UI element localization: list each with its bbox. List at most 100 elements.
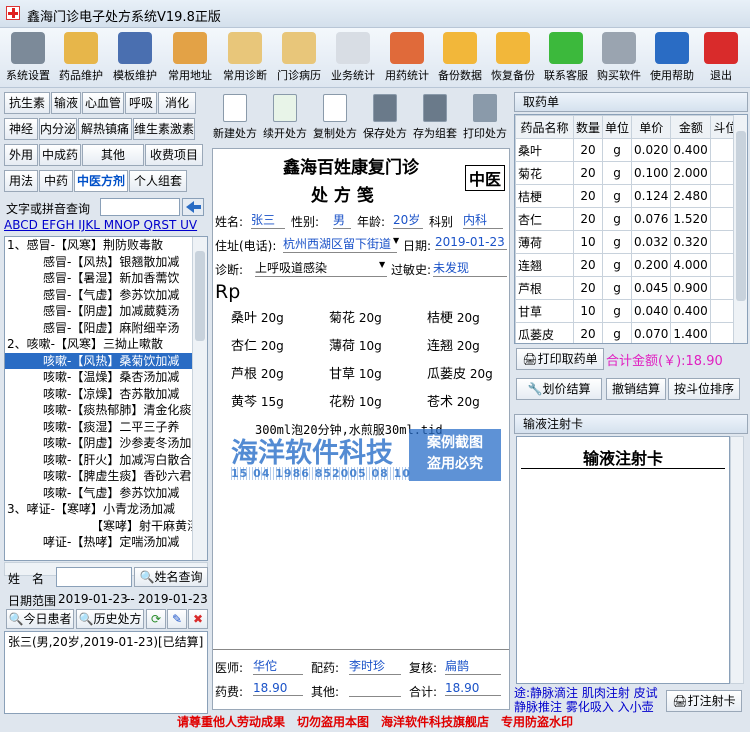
rx-toolbar-button-0[interactable]: 新建处方 [210, 92, 260, 148]
herb-item[interactable]: 连翘 20g [427, 335, 480, 354]
category-button[interactable]: 外用 [4, 144, 38, 166]
patient-dept[interactable]: 内科 [463, 211, 503, 229]
herb-item[interactable]: 菊花 20g [329, 307, 382, 326]
herb-item[interactable]: 桔梗 20g [427, 307, 480, 326]
cancel-settle-button[interactable]: 撤销结算 [606, 378, 666, 400]
today-patients-button[interactable]: 🔍今日患者 [6, 609, 74, 629]
toolbar-button-2[interactable]: 模板维护 [108, 30, 162, 86]
toolbar-button-13[interactable]: 退出 [699, 30, 743, 86]
category-button[interactable]: 维生素激素 [133, 118, 195, 140]
other-fee[interactable] [349, 681, 401, 697]
category-button[interactable]: 呼吸 [125, 92, 157, 114]
dispenser-name[interactable]: 李时珍 [349, 657, 401, 675]
herb-item[interactable]: 芦根 20g [231, 363, 284, 382]
toolbar-button-5[interactable]: 门诊病历 [273, 30, 325, 86]
list-item[interactable]: 咳嗽-【脾虚生痰】香砂六君 [5, 468, 207, 485]
list-item[interactable]: 咳嗽-【痰湿】二平三子养 [5, 419, 207, 436]
toolbar-button-0[interactable]: 系统设置 [2, 30, 54, 86]
sort-by-slot-button[interactable]: 按斗位排序 [668, 378, 740, 400]
list-item[interactable]: 【寒哮】射干麻黄汤加减 [5, 518, 207, 535]
toolbar-button-9[interactable]: 恢复备份 [487, 30, 539, 86]
alphabet-index[interactable]: ABCD EFGH IJKL MNOP QRST UV [4, 218, 197, 232]
list-item[interactable]: 咳嗽-【肝火】加减泻白散合 [5, 452, 207, 469]
list-item[interactable]: 2、咳嗽-【风寒】三拗止嗽散 [5, 336, 207, 353]
pickup-table[interactable]: 药品名称 数量 单位 单价 金额 斗位 桑叶 20 g 0.020 0.400 菊花 20 g 0.100 2… [515, 115, 741, 343]
category-button[interactable]: 消化 [158, 92, 196, 114]
toolbar-button-12[interactable]: 使用帮助 [646, 30, 698, 86]
table-scrollbar[interactable] [733, 115, 747, 343]
toolbar-button-3[interactable]: 常用地址 [163, 30, 217, 86]
category-button[interactable]: 中成药 [39, 144, 81, 166]
table-row[interactable]: 桔梗 20 g 0.124 2.480 [515, 184, 741, 208]
chevron-down-icon[interactable]: ▼ [393, 236, 399, 245]
list-item[interactable]: 感冒-【阴虚】加减葳蕤汤 [5, 303, 207, 320]
doctor-name[interactable]: 华佗 [253, 657, 303, 675]
herb-item[interactable]: 花粉 10g [329, 391, 382, 410]
category-button[interactable]: 内分泌 [39, 118, 77, 140]
allergy-value[interactable]: 未发现 [433, 259, 507, 277]
table-row[interactable]: 杏仁 20 g 0.076 1.520 [515, 207, 741, 231]
infusion-card[interactable]: 输液注射卡 [516, 436, 730, 684]
list-item[interactable]: 咳嗽-【凉燥】杏苏散加减 [5, 386, 207, 403]
patient-record-item[interactable]: 张三(男,20岁,2019-01-23)[已结算] [5, 632, 207, 651]
list-item[interactable]: 感冒-【气虚】参苏饮加减 [5, 287, 207, 304]
checker-name[interactable]: 扁鹊 [445, 657, 501, 675]
table-row[interactable]: 桑叶 20 g 0.020 0.400 [515, 138, 741, 162]
toolbar-button-10[interactable]: 联系客服 [540, 30, 592, 86]
category-button[interactable]: 输液 [51, 92, 81, 114]
table-row[interactable]: 菊花 20 g 0.100 2.000 [515, 161, 741, 185]
address-select[interactable]: 杭州西湖区留下街道 [283, 235, 397, 253]
herb-item[interactable]: 甘草 10g [329, 363, 382, 382]
category-button[interactable]: 抗生素 [4, 92, 50, 114]
edit-icon[interactable]: ✎ [167, 609, 187, 629]
patient-name-input[interactable] [56, 567, 132, 587]
toolbar-button-4[interactable]: 常用诊断 [218, 30, 272, 86]
patient-name[interactable]: 张三 [251, 211, 285, 229]
rx-toolbar-button-3[interactable]: 保存处方 [360, 92, 410, 148]
total-fee[interactable]: 18.90 [445, 681, 501, 696]
list-item[interactable]: 咳嗽-【阴虚】沙参麦冬汤加 [5, 435, 207, 452]
infusion-scrollbar[interactable] [730, 436, 744, 684]
calc-settle-button[interactable]: 🔧划价结算 [516, 378, 602, 400]
date-from[interactable]: 2019-01-23 [58, 592, 128, 606]
category-button[interactable]: 中医方剂 [74, 170, 128, 192]
category-button[interactable]: 个人组套 [129, 170, 187, 192]
herb-item[interactable]: 黄芩 15g [231, 391, 284, 410]
list-item[interactable]: 1、感冒-【风寒】荆防败毒散 [5, 237, 207, 254]
list-item[interactable]: 感冒-【暑湿】新加香薷饮 [5, 270, 207, 287]
category-button[interactable]: 收费项目 [145, 144, 203, 166]
list-item[interactable]: 感冒-【阳虚】麻附细辛汤 [5, 320, 207, 337]
rx-toolbar-button-5[interactable]: 打印处方 [460, 92, 510, 148]
table-row[interactable]: 甘草 10 g 0.040 0.400 [515, 299, 741, 323]
list-item[interactable]: 咳嗽-【风热】桑菊饮加减 [5, 352, 207, 369]
refresh-icon[interactable]: ⟳ [146, 609, 166, 629]
list-item[interactable]: 咳嗽-【痰热郁肺】清金化痰 [5, 402, 207, 419]
arrow-left-icon[interactable] [182, 198, 204, 216]
herb-item[interactable]: 桑叶 20g [231, 307, 284, 326]
patient-age[interactable]: 20岁 [393, 211, 423, 229]
formula-list[interactable]: 1、感冒-【风寒】荆防败毒散 感冒-【风热】银翘散加减 感冒-【暑湿】新加香薷饮 感冒… [4, 236, 208, 561]
category-button[interactable]: 用法 [4, 170, 38, 192]
print-pickup-button[interactable]: 🖨打印取药单 [516, 348, 604, 370]
herb-item[interactable]: 瓜蒌皮 20g [427, 363, 493, 382]
patient-sex[interactable]: 男 [333, 211, 351, 229]
name-search-button[interactable]: 🔍姓名查询 [134, 567, 208, 587]
toolbar-button-6[interactable]: 业务统计 [326, 30, 380, 86]
list-item[interactable]: 咳嗽-【温燥】桑杏汤加减 [5, 369, 207, 386]
herb-item[interactable]: 薄荷 10g [329, 335, 382, 354]
table-row[interactable]: 连翘 20 g 0.200 4.000 [515, 253, 741, 277]
list-item[interactable]: 哮证-【热哮】定喘汤加减 [5, 534, 207, 551]
category-button[interactable]: 神经 [4, 118, 38, 140]
patient-record-list[interactable]: 张三(男,20岁,2019-01-23)[已结算] [4, 631, 208, 714]
toolbar-button-1[interactable]: 药品维护 [55, 30, 107, 86]
delete-icon[interactable]: ✖ [188, 609, 208, 629]
search-input[interactable] [100, 198, 180, 216]
rx-toolbar-button-2[interactable]: 复制处方 [310, 92, 360, 148]
category-button[interactable]: 中药 [39, 170, 73, 192]
date-to[interactable]: 2019-01-23 [138, 592, 208, 606]
list-scrollbar[interactable] [192, 237, 207, 560]
category-button[interactable]: 心血管 [82, 92, 124, 114]
toolbar-button-8[interactable]: 备份数据 [433, 30, 487, 86]
category-button[interactable]: 其他 [82, 144, 144, 166]
list-item[interactable]: 3、哮证-【寒哮】小青龙汤加减 [5, 501, 207, 518]
